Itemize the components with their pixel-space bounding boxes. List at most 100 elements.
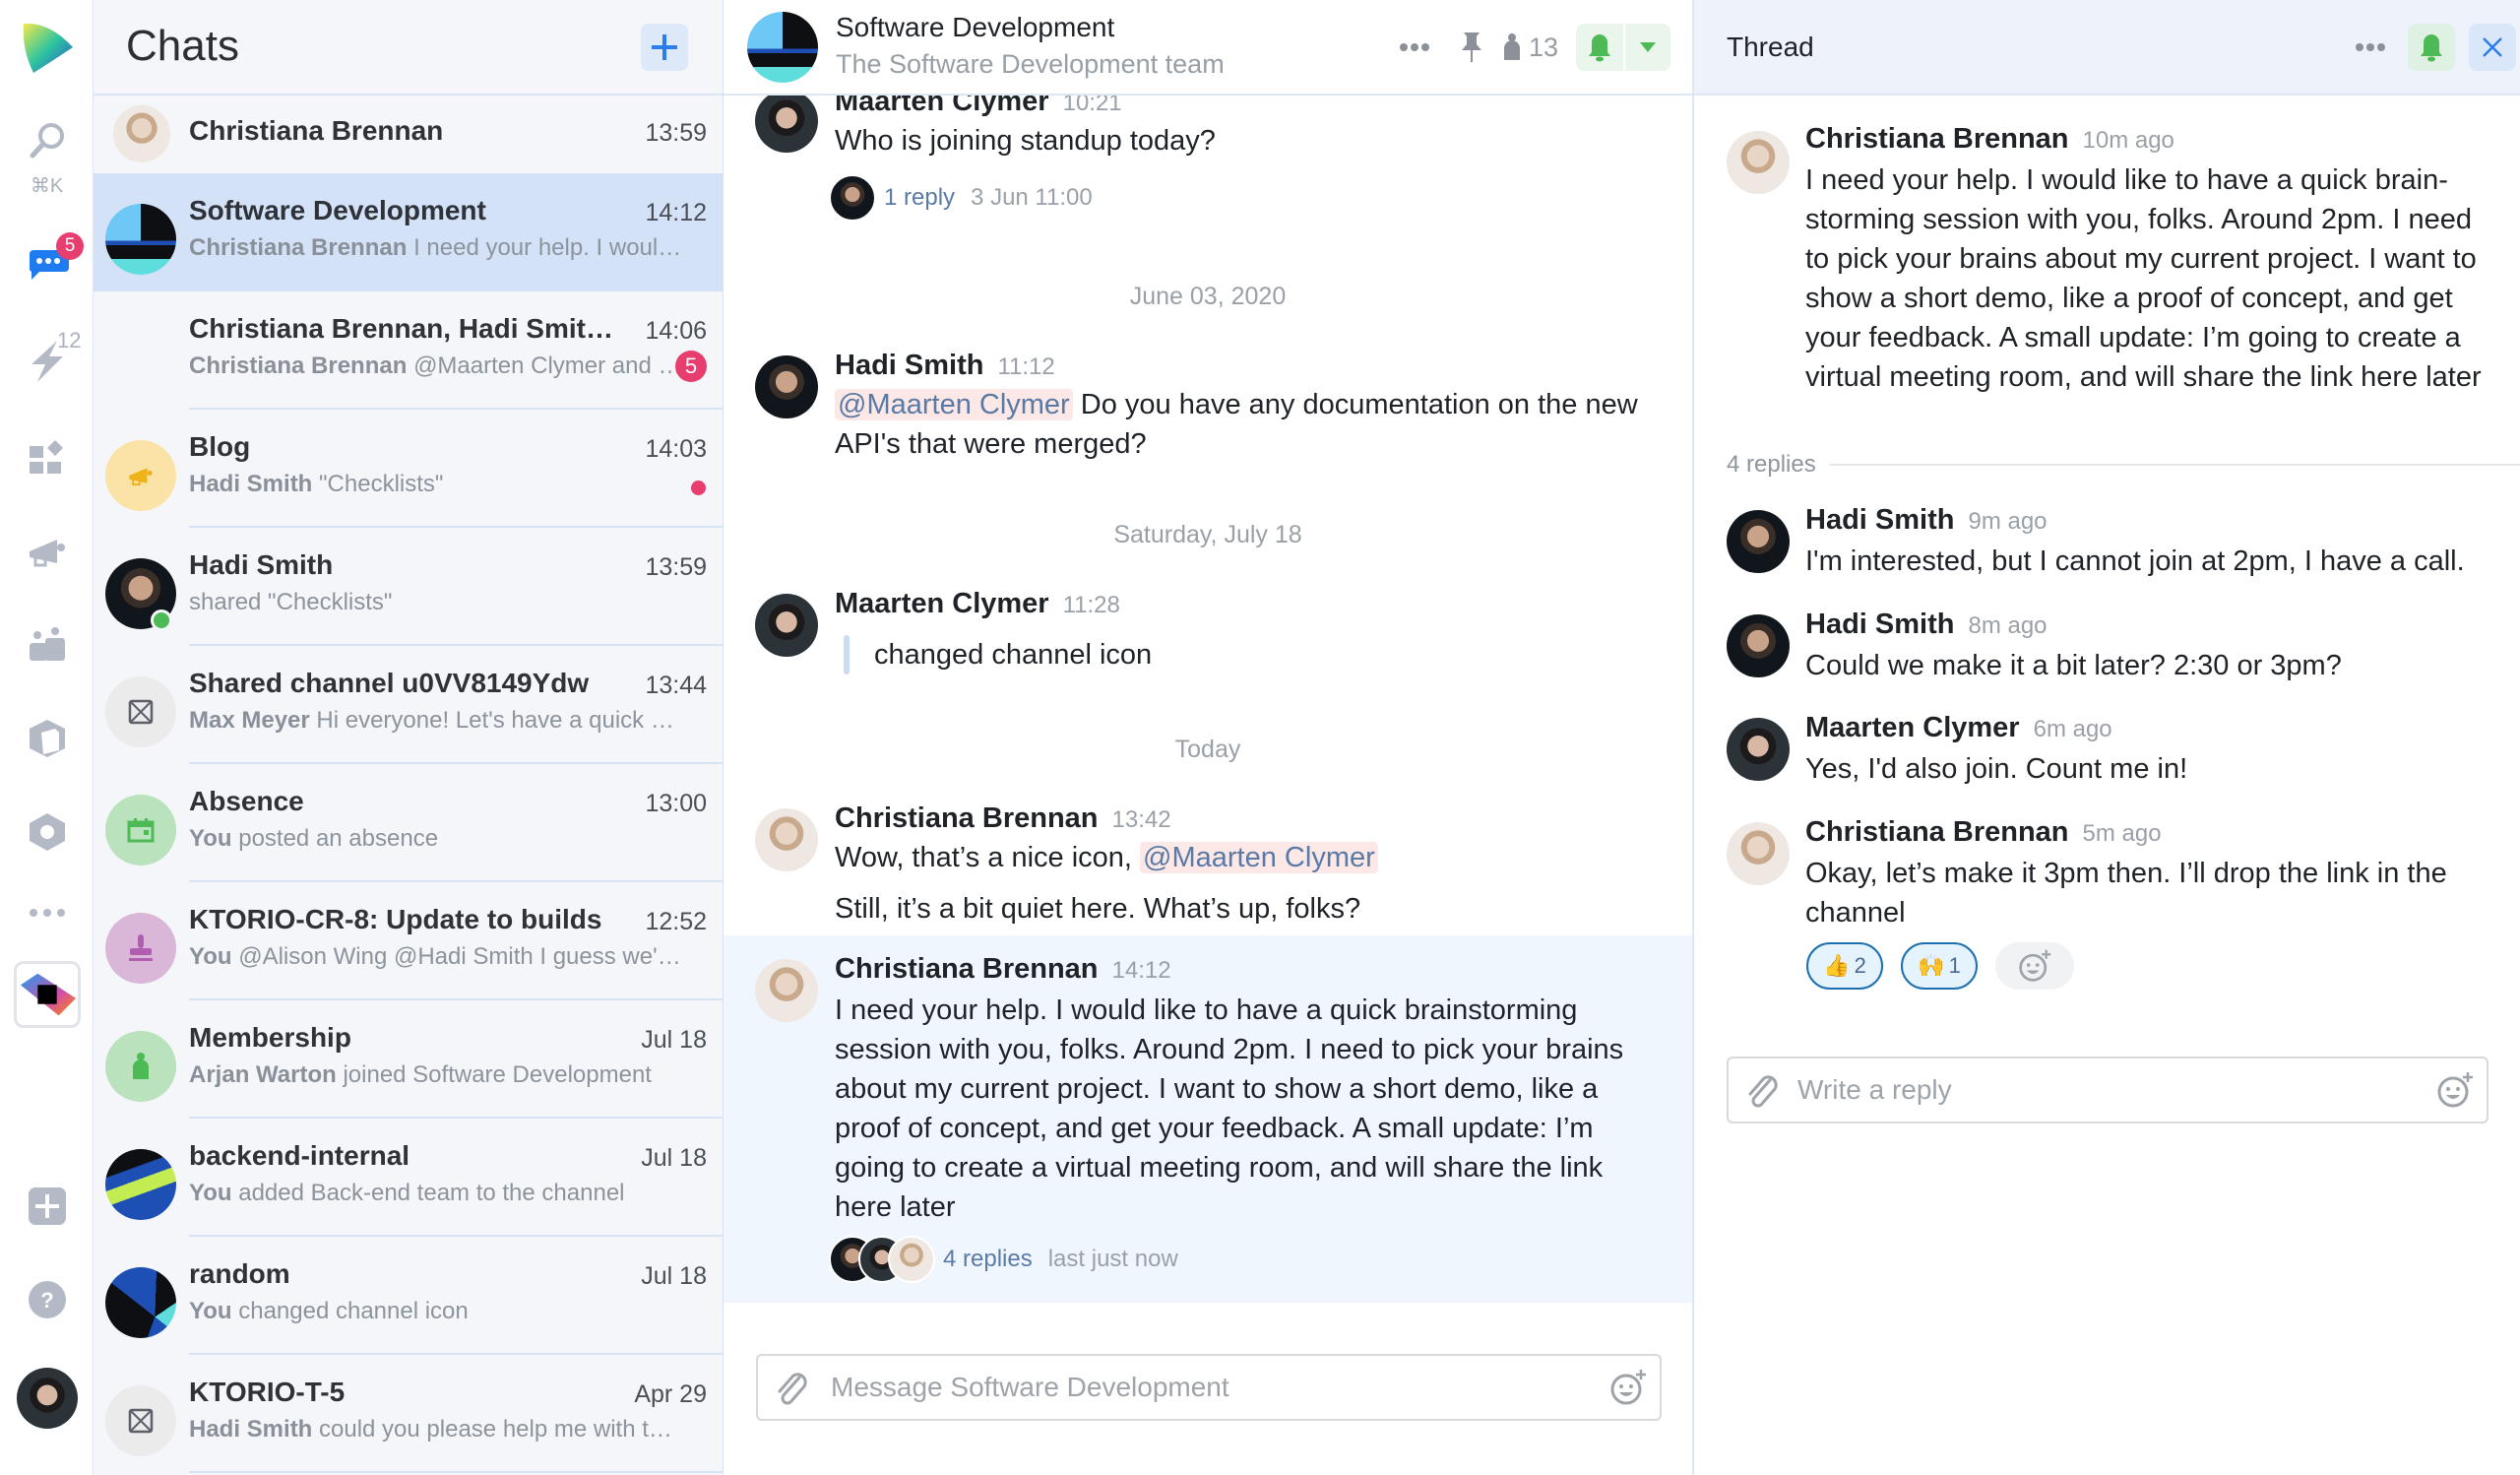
reply-input[interactable] [1797, 1070, 2408, 1110]
search-icon [30, 123, 64, 159]
chat-time: Apr 29 [634, 1380, 707, 1408]
chat-list-item[interactable]: Absence 13:00 You posted an absence [94, 764, 723, 882]
unread-badge: 5 [675, 351, 707, 382]
chat-list-item[interactable]: backend-internal Jul 18 You added Back-end… [94, 1119, 723, 1237]
pin-icon [1461, 32, 1481, 62]
raised-hands-emoji: 🙌 [1918, 953, 1945, 978]
notifications-dropdown[interactable] [1623, 24, 1670, 71]
avatar[interactable] [1727, 510, 1790, 573]
message-author[interactable]: Hadi Smith 9m ago [1805, 504, 2048, 537]
add-reaction-button[interactable] [1995, 942, 2074, 990]
attach-button[interactable] [774, 1370, 809, 1412]
integration-app[interactable] [0, 960, 94, 1029]
chat-list-header: Chats [94, 0, 723, 96]
chat-preview: You changed channel icon [189, 1298, 683, 1325]
emoji-button[interactable] [1608, 1368, 1648, 1412]
pinned-button[interactable] [1448, 24, 1495, 71]
message-author[interactable]: Hadi Smith 8m ago [1805, 609, 2048, 641]
mention[interactable]: @Maarten Clymer [835, 389, 1073, 420]
chat-list-item[interactable]: Shared channel u0VV8149Ydw 13:44 Max Meyer… [94, 646, 723, 764]
mention[interactable]: @Maarten Clymer [1140, 842, 1378, 873]
chat-list-item[interactable]: Christiana Brennan, Hadi Smith, Maarten … [94, 291, 723, 410]
avatar[interactable] [1727, 614, 1790, 677]
thread-summary[interactable]: 4 replies last just now [829, 1236, 1178, 1283]
message-time: 10:21 [1062, 96, 1122, 116]
preview-text: "Checklists" [319, 471, 444, 497]
message-author[interactable]: Maarten Clymer 11:28 [835, 588, 1120, 620]
attach-button[interactable] [1744, 1072, 1780, 1115]
add-button[interactable] [0, 1182, 94, 1231]
thread-summary[interactable]: 1 reply 3 Jun 11:00 [829, 174, 1093, 222]
channel-avatar[interactable] [747, 12, 818, 83]
avatar[interactable] [755, 808, 818, 871]
message-author[interactable]: Hadi Smith 11:12 [835, 350, 1055, 382]
packages-nav[interactable] [0, 714, 94, 763]
help-button[interactable]: ? [0, 1275, 94, 1324]
thread-more-button[interactable] [2347, 24, 2394, 71]
more-options-button[interactable] [1391, 24, 1438, 71]
message-author[interactable]: Maarten Clymer 10:21 [835, 96, 1122, 118]
chat-name: Software Development [189, 195, 486, 225]
apps-icon [29, 440, 63, 474]
message-author[interactable]: Christiana Brennan 14:12 [835, 953, 1171, 986]
chat-list-item[interactable]: KTORIO-T-5 Apr 29 Hadi Smith could you ple… [94, 1355, 723, 1473]
chat-list-item[interactable]: random Jul 18 You changed channel icon [94, 1237, 723, 1355]
avatar[interactable] [755, 96, 818, 153]
logo-icon [23, 23, 73, 73]
search-button[interactable] [0, 116, 94, 165]
system-event-bar [844, 635, 850, 674]
profile-avatar[interactable] [0, 1367, 94, 1430]
emoji-button[interactable] [2435, 1070, 2475, 1115]
message-author[interactable]: Christiana Brennan 10m ago [1805, 123, 2174, 156]
avatar[interactable] [1727, 131, 1790, 194]
online-status-indicator [151, 609, 172, 631]
notifications-button[interactable] [1576, 24, 1623, 71]
message-author[interactable]: Maarten Clymer 6m ago [1805, 712, 2112, 744]
message-author[interactable]: Christiana Brennan 13:42 [835, 802, 1171, 835]
apps-nav[interactable] [0, 433, 94, 482]
plus-icon [652, 34, 677, 60]
new-chat-button[interactable] [641, 24, 688, 71]
chat-time: 13:00 [645, 790, 707, 817]
avatar[interactable] [755, 355, 818, 418]
chat-list-item[interactable]: Christiana Brennan 13:59 [94, 96, 723, 173]
chat-list-item[interactable]: Membership Jul 18 Arjan Warton joined Soft… [94, 1000, 723, 1119]
close-thread-button[interactable] [2469, 24, 2516, 71]
thread-header: Thread [1694, 0, 2520, 96]
emoji-add-icon [1610, 1370, 1646, 1405]
chat-name: Blog [189, 431, 251, 462]
preview-text: added Back-end team to the channel [238, 1180, 625, 1206]
avatar [888, 1236, 935, 1283]
chat-list-item[interactable]: Blog 14:03 Hadi Smith "Checklists" [94, 410, 723, 528]
chat-name: KTORIO-CR-8: Update to builds [189, 904, 602, 934]
activity-nav[interactable]: 12 [0, 328, 94, 389]
reaction-raised-hands[interactable]: 🙌 1 [1901, 942, 1978, 990]
members-button[interactable]: 13 [1501, 32, 1558, 63]
thread-panel: Thread Christiana Brennan 10m ago I need … [1694, 0, 2520, 1475]
avatar[interactable] [1727, 718, 1790, 781]
search-shortcut: ⌘K [30, 175, 64, 197]
chat-list-item[interactable]: Hadi Smith 13:59 shared "Checklists" [94, 528, 723, 646]
avatar[interactable] [755, 959, 818, 1022]
avatar[interactable] [755, 594, 818, 657]
chats-nav[interactable]: 5 [0, 232, 94, 291]
person-icon [129, 1052, 153, 1081]
message-author[interactable]: Christiana Brennan 5m ago [1805, 816, 2162, 849]
message-input[interactable] [831, 1368, 1579, 1407]
avatar[interactable] [1727, 822, 1790, 885]
channel-title[interactable]: Software Development [836, 12, 1114, 43]
paperclip-icon [778, 1373, 807, 1405]
more-nav[interactable] [0, 898, 94, 928]
chat-time: 14:12 [645, 199, 707, 226]
app-logo[interactable] [0, 18, 94, 77]
chat-list-item[interactable]: KTORIO-CR-8: Update to builds 12:52 You @A… [94, 882, 723, 1000]
reply-count-link[interactable]: 1 reply [884, 184, 955, 212]
reaction-thumbs-up[interactable]: 👍 2 [1806, 942, 1883, 990]
thread-notifications-button[interactable] [2408, 24, 2455, 71]
reply-count-link[interactable]: 4 replies [943, 1246, 1033, 1273]
chat-preview: Christiana Brennan @Maarten Clymer and @… [189, 353, 683, 380]
settings-nav[interactable] [0, 807, 94, 857]
chat-list-item[interactable]: Software Development 14:12 Christiana Bren… [94, 173, 723, 291]
announcements-nav[interactable] [0, 527, 94, 576]
teams-nav[interactable] [0, 620, 94, 670]
